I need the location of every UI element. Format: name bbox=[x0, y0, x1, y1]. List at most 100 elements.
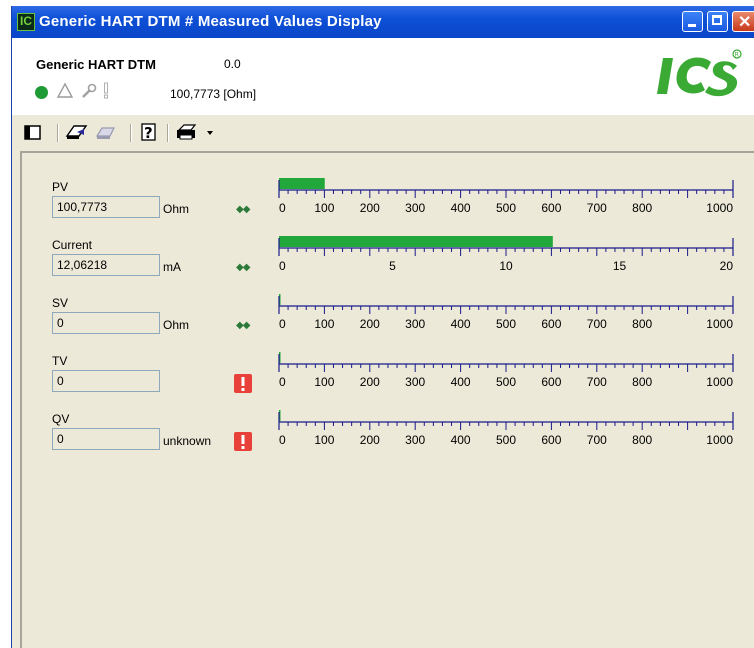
warning-icon bbox=[56, 82, 74, 98]
device-value: 0.0 bbox=[224, 57, 241, 71]
row-label-tv: TV bbox=[52, 354, 68, 368]
status-ok-icon: ◆◆ bbox=[236, 262, 250, 273]
upload-icon[interactable] bbox=[64, 122, 90, 142]
scale-tick-label: 100 bbox=[314, 375, 334, 389]
scale-tick-label: 800 bbox=[632, 317, 652, 331]
value-field-current: 12,06218 bbox=[52, 254, 160, 276]
exclamation-icon bbox=[104, 82, 108, 99]
scale-tick-label: 10 bbox=[499, 259, 513, 273]
scale-tick-label: 200 bbox=[360, 375, 380, 389]
minimize-icon bbox=[688, 24, 696, 27]
device-status-ok-icon bbox=[35, 86, 48, 99]
panel-icon[interactable] bbox=[22, 122, 44, 142]
device-header bbox=[12, 38, 754, 114]
status-ok-icon: ◆◆ bbox=[236, 320, 250, 331]
scale-tick-label: 600 bbox=[541, 201, 561, 215]
scale-tick-label: 1000 bbox=[706, 317, 733, 331]
scale-tick-label: 0 bbox=[279, 375, 286, 389]
scale-tick-label: 700 bbox=[587, 375, 607, 389]
scale-tick-label: 0 bbox=[279, 259, 286, 273]
ics-logo: R bbox=[657, 49, 742, 97]
status-error-icon bbox=[234, 374, 252, 393]
scale-tick-label: 300 bbox=[405, 317, 425, 331]
close-button[interactable]: ✕ bbox=[732, 11, 754, 32]
toolbar-separator bbox=[130, 124, 132, 142]
unit-label: Ohm bbox=[163, 318, 190, 332]
bar-scale: 0 100 200 300 400 500 600 700 800 1000 bbox=[278, 178, 734, 215]
scale-tick-label: 400 bbox=[451, 201, 471, 215]
scale-tick-label: 700 bbox=[587, 433, 607, 447]
unit-label: mA bbox=[163, 260, 181, 274]
scale-tick-label: 800 bbox=[632, 433, 652, 447]
scale-tick-label: 100 bbox=[314, 317, 334, 331]
close-icon: ✕ bbox=[738, 14, 752, 31]
value-bar bbox=[279, 236, 553, 247]
scale-tick-label: 300 bbox=[405, 375, 425, 389]
app-logo-icon: IC bbox=[17, 13, 35, 31]
unit-label: unknown bbox=[163, 434, 212, 448]
toolbar: ? bbox=[12, 114, 754, 149]
unit-label: Ohm bbox=[163, 202, 190, 216]
bar-scale: 0 100 200 300 400 500 600 700 800 1000 bbox=[278, 294, 734, 331]
row-label-qv: QV bbox=[52, 412, 70, 426]
dropdown-arrow-icon[interactable] bbox=[206, 122, 216, 142]
wrench-icon bbox=[82, 83, 97, 98]
scale-tick-label: 1000 bbox=[706, 201, 733, 215]
minimize-button[interactable] bbox=[682, 11, 703, 32]
scale-tick-label: 0 bbox=[279, 317, 286, 331]
scale-tick-label: 200 bbox=[360, 433, 380, 447]
value-field-tv: 0 bbox=[52, 370, 160, 392]
scale-tick-label: 500 bbox=[496, 433, 516, 447]
scale-tick-label: 500 bbox=[496, 375, 516, 389]
scale-tick-label: 700 bbox=[587, 201, 607, 215]
scale-tick-label: 400 bbox=[451, 433, 471, 447]
svg-text:?: ? bbox=[144, 124, 153, 142]
scale-tick-label: 1000 bbox=[706, 375, 733, 389]
row-label-current: Current bbox=[52, 238, 93, 252]
scale-tick-label: 700 bbox=[587, 317, 607, 331]
measured-values-panel bbox=[20, 151, 754, 648]
scale-tick-label: 500 bbox=[496, 317, 516, 331]
scale-tick-label: 300 bbox=[405, 433, 425, 447]
scale-tick-label: 600 bbox=[541, 433, 561, 447]
scale-tick-label: 400 bbox=[451, 317, 471, 331]
scale-tick-label: 600 bbox=[541, 375, 561, 389]
status-ok-icon: ◆◆ bbox=[236, 204, 250, 215]
device-name: Generic HART DTM bbox=[36, 57, 156, 72]
status-value: 100,7773 [Ohm] bbox=[170, 87, 257, 101]
scale-tick-label: 15 bbox=[613, 259, 627, 273]
scale-tick-label: 600 bbox=[541, 317, 561, 331]
toolbar-separator bbox=[57, 124, 59, 142]
scale-tick-label: 800 bbox=[632, 375, 652, 389]
bar-scale: 0 5 10 15 20 bbox=[278, 236, 734, 273]
title-bar[interactable]: IC Generic HART DTM # Measured Values Di… bbox=[12, 6, 754, 38]
value-field-pv: 100,7773 bbox=[52, 196, 160, 218]
row-label-pv: PV bbox=[52, 180, 69, 194]
value-bar bbox=[279, 178, 325, 189]
maximize-button[interactable] bbox=[707, 11, 728, 32]
help-icon[interactable]: ? bbox=[139, 122, 161, 142]
print-icon[interactable] bbox=[175, 122, 203, 142]
download-icon[interactable] bbox=[94, 122, 120, 142]
scale-tick-label: 5 bbox=[389, 259, 396, 273]
row-label-sv: SV bbox=[52, 296, 69, 310]
scale-tick-label: 200 bbox=[360, 201, 380, 215]
maximize-icon bbox=[712, 15, 722, 25]
scale-tick-label: 200 bbox=[360, 317, 380, 331]
value-field-qv: 0 bbox=[52, 428, 160, 450]
scale-tick-label: 100 bbox=[314, 433, 334, 447]
scale-tick-label: 1000 bbox=[706, 433, 733, 447]
scale-tick-label: 300 bbox=[405, 201, 425, 215]
svg-text:R: R bbox=[735, 52, 739, 59]
bar-scale: 0 100 200 300 400 500 600 700 800 1000 bbox=[278, 352, 734, 389]
scale-tick-label: 100 bbox=[314, 201, 334, 215]
scale-tick-label: 0 bbox=[279, 433, 286, 447]
bar-scale: 0 100 200 300 400 500 600 700 800 1000 bbox=[278, 410, 734, 447]
scale-tick-label: 400 bbox=[451, 375, 471, 389]
scale-tick-label: 20 bbox=[720, 259, 734, 273]
scale-tick-label: 500 bbox=[496, 201, 516, 215]
status-error-icon bbox=[234, 432, 252, 451]
value-field-sv: 0 bbox=[52, 312, 160, 334]
scale-tick-label: 800 bbox=[632, 201, 652, 215]
toolbar-separator bbox=[167, 124, 169, 142]
